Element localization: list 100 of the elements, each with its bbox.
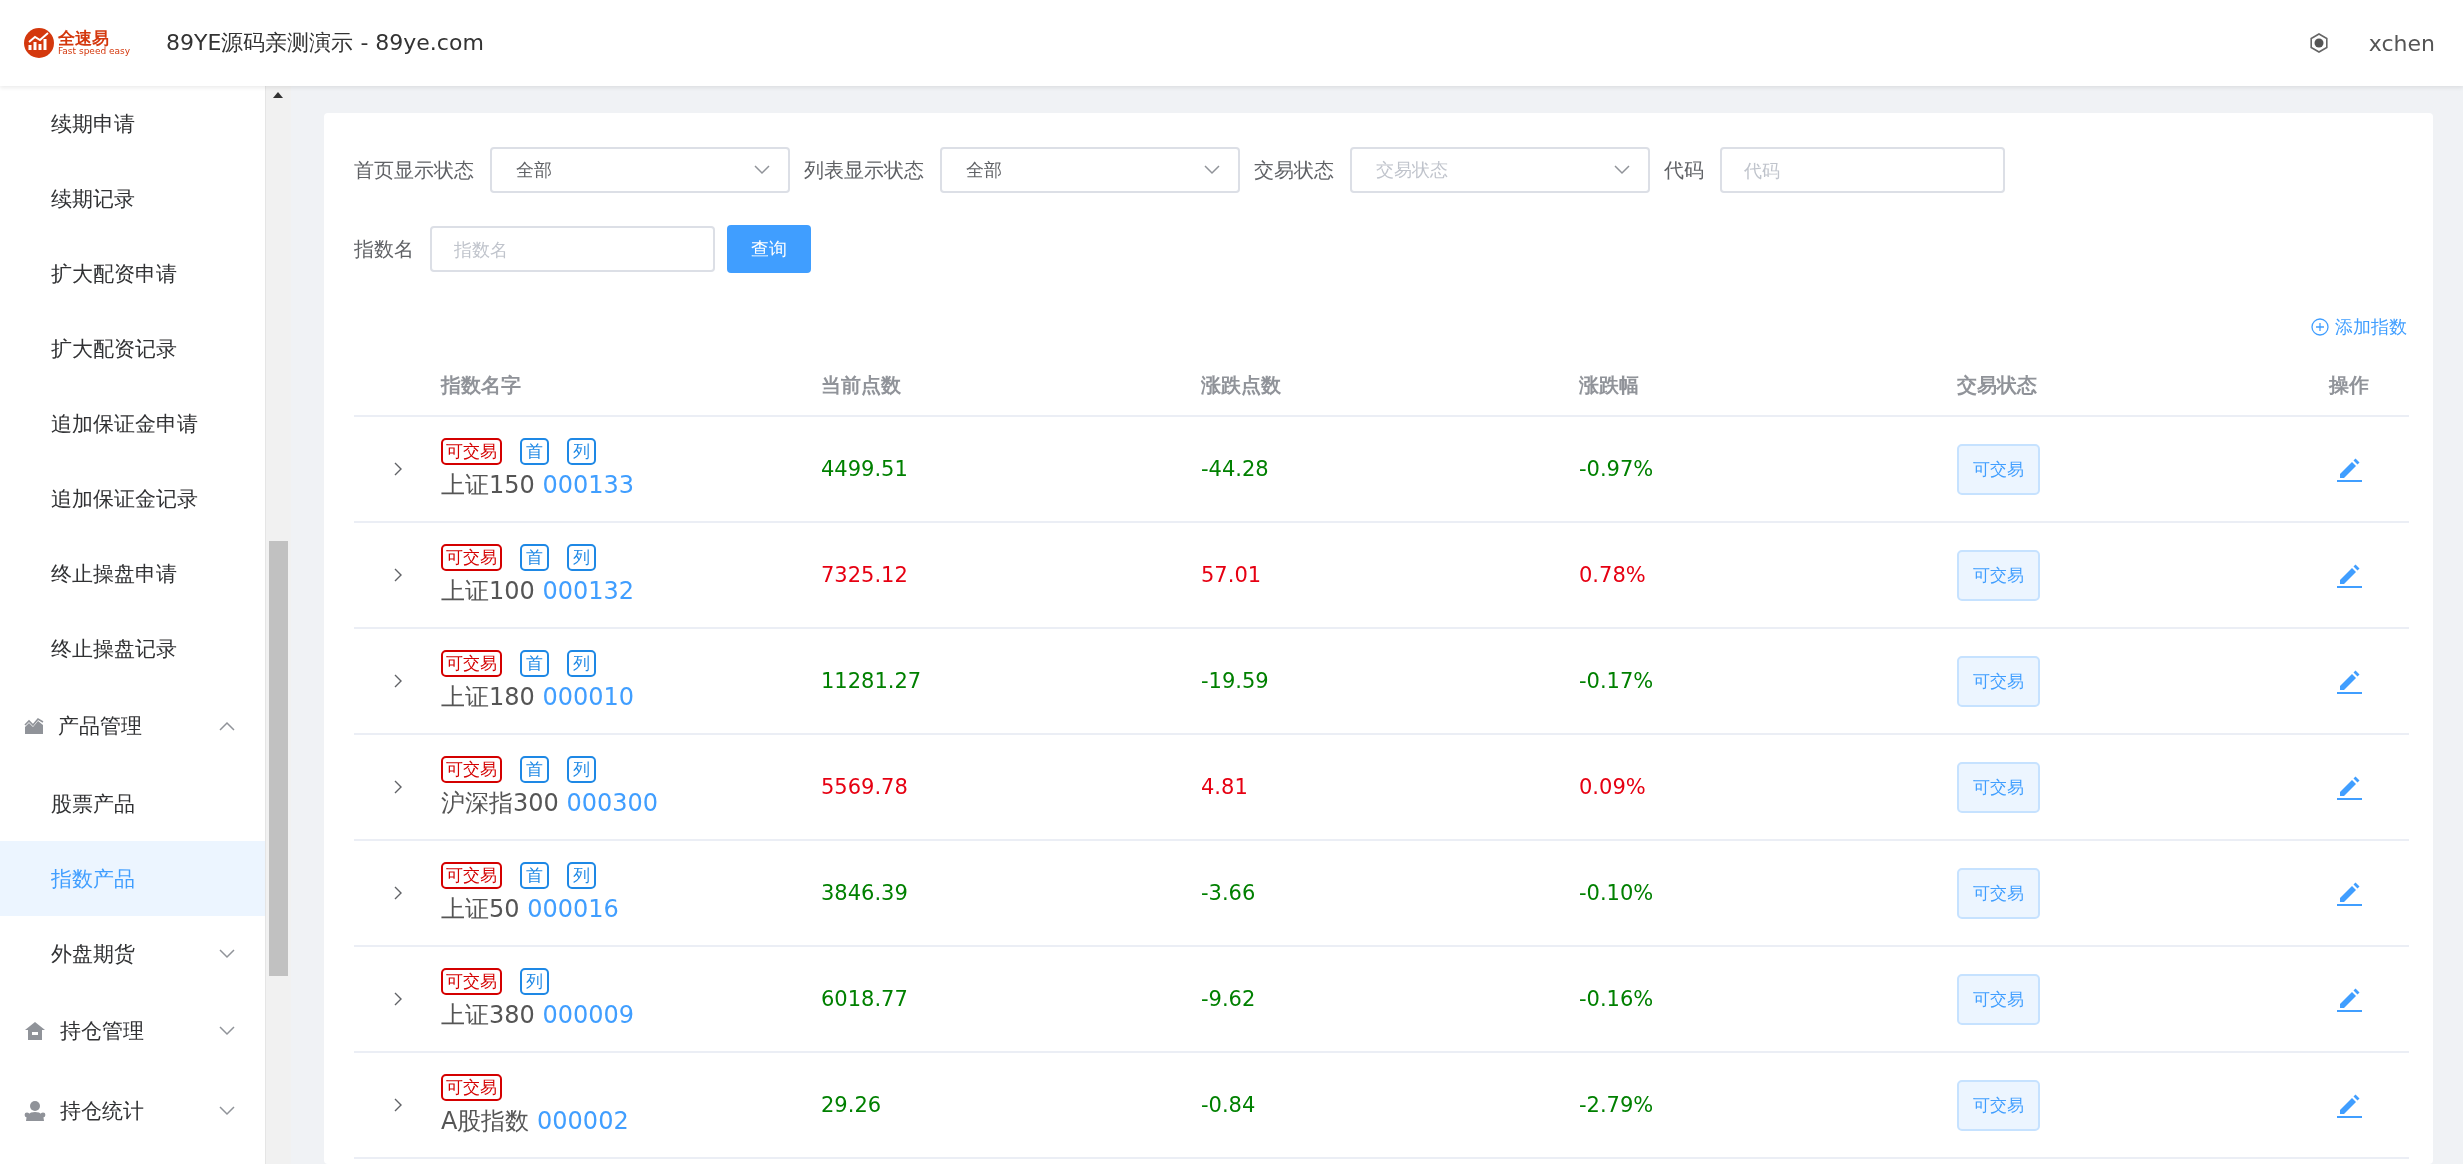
edit-icon[interactable] <box>2336 986 2362 1012</box>
input-field[interactable]: 代码 <box>1720 147 2005 193</box>
filter-label: 指数名 <box>354 235 414 263</box>
logo-text: 全速易 <box>58 30 110 47</box>
menu-item[interactable]: 续期记录 <box>0 161 265 236</box>
menu-item[interactable]: 终止操盘记录 <box>0 611 265 686</box>
settings-icon[interactable] <box>2308 33 2329 53</box>
house-icon <box>24 1021 46 1041</box>
table-cell-text: 57.01 <box>1201 563 1263 587</box>
index-name: 上证380 <box>441 1000 535 1029</box>
table-cell-text: -0.16% <box>1579 987 1655 1011</box>
table-cell-text: 5569.78 <box>821 775 909 799</box>
table-cell-text: -0.17% <box>1579 669 1655 693</box>
display-tag: 列 <box>567 543 596 571</box>
column-header: 当前点数 <box>821 371 902 399</box>
table-cell-text: 7325.12 <box>821 563 909 587</box>
display-tag: 列 <box>567 755 596 783</box>
menu-item[interactable]: 终止操盘申请 <box>0 536 265 611</box>
chevron-down-icon <box>754 165 770 175</box>
menu-item[interactable]: 追加保证金记录 <box>0 461 265 536</box>
table-cell-text: 4499.51 <box>821 457 909 481</box>
menu-item[interactable]: 扩大配资申请 <box>0 236 265 311</box>
site-title: 89YE源码亲测演示 - 89ye.com <box>166 29 484 57</box>
display-tag: 首 <box>520 649 549 677</box>
filter-label: 交易状态 <box>1254 156 1334 184</box>
filter-label: 代码 <box>1664 156 1704 184</box>
index-code: 000300 <box>566 788 659 817</box>
table-cell-text: 29.26 <box>821 1093 883 1117</box>
display-tag: 首 <box>520 755 549 783</box>
index-code: 000010 <box>542 682 635 711</box>
menu-group[interactable]: 持仓管理 <box>0 991 265 1071</box>
filter-label: 首页显示状态 <box>354 156 474 184</box>
table-cell-text: 0.78% <box>1579 563 1647 587</box>
table-cell-text: 11281.27 <box>821 669 923 693</box>
display-tag: 列 <box>520 967 549 995</box>
table-cell-text: -0.10% <box>1579 881 1655 905</box>
table-cell-text: -19.59 <box>1201 669 1270 693</box>
index-code: 000133 <box>542 470 635 499</box>
chevron-down-icon <box>219 948 235 959</box>
chevron-down-icon <box>1614 165 1630 175</box>
table-cell-text: 0.09% <box>1579 775 1647 799</box>
edit-icon[interactable] <box>2336 562 2362 588</box>
menu-item[interactable]: 扩大配资记录 <box>0 311 265 386</box>
status-badge: 可交易 <box>1957 867 2040 919</box>
status-badge: 可交易 <box>1957 761 2040 813</box>
chevron-up-icon <box>219 721 235 731</box>
index-name: 上证100 <box>441 576 535 605</box>
menu-item[interactable]: 续期申请 <box>0 86 265 161</box>
tradable-tag: 可交易 <box>441 755 502 783</box>
user-name[interactable]: xchen <box>2368 30 2435 56</box>
tradable-tag: 可交易 <box>441 1073 502 1101</box>
table-cell-text: -9.62 <box>1201 987 1257 1011</box>
status-badge: 可交易 <box>1957 443 2040 495</box>
column-header: 操作 <box>2329 371 2369 399</box>
tradable-tag: 可交易 <box>441 649 502 677</box>
chevron-down-icon <box>219 1106 235 1116</box>
edit-icon[interactable] <box>2336 880 2362 906</box>
scrollbar[interactable] <box>265 86 291 1164</box>
scroll-up-arrow-icon[interactable] <box>273 92 283 98</box>
status-badge: 可交易 <box>1957 655 2040 707</box>
table-cell-text: -44.28 <box>1201 457 1270 481</box>
person-icon <box>24 1100 46 1122</box>
scrollbar-thumb[interactable] <box>269 541 288 976</box>
edit-icon[interactable] <box>2336 774 2362 800</box>
edit-icon[interactable] <box>2336 1092 2362 1118</box>
display-tag: 首 <box>520 543 549 571</box>
column-header: 指数名字 <box>441 371 522 399</box>
display-tag: 首 <box>520 437 549 465</box>
menu-group[interactable]: 产品管理 <box>0 686 265 766</box>
select-field[interactable]: 全部 <box>940 147 1240 193</box>
menu-group[interactable]: 持仓统计 <box>0 1071 265 1151</box>
index-name: 沪深指300 <box>441 788 559 817</box>
menu-group[interactable]: 外盘期货 <box>0 916 265 991</box>
plus-circle-icon <box>2311 318 2329 336</box>
edit-icon[interactable] <box>2336 456 2362 482</box>
index-code: 000002 <box>537 1106 629 1135</box>
menu-item[interactable]: 追加保证金申请 <box>0 386 265 461</box>
index-name: 上证50 <box>441 894 520 923</box>
select-field[interactable]: 全部 <box>490 147 790 193</box>
column-header: 涨跌点数 <box>1201 371 1282 399</box>
rising-chart-logo-icon <box>24 28 54 58</box>
chart-icon <box>24 717 44 735</box>
tradable-tag: 可交易 <box>441 861 502 889</box>
index-name: 上证180 <box>441 682 535 711</box>
display-tag: 列 <box>567 437 596 465</box>
tradable-tag: 可交易 <box>441 967 502 995</box>
tradable-tag: 可交易 <box>441 437 502 465</box>
status-badge: 可交易 <box>1957 1079 2040 1131</box>
logo-subtext: Fast speed easy <box>58 47 131 56</box>
table-cell-text: -3.66 <box>1201 881 1257 905</box>
menu-item[interactable]: 股票产品 <box>0 766 265 841</box>
status-badge: 可交易 <box>1957 549 2040 601</box>
input-field[interactable]: 指数名 <box>430 226 715 272</box>
column-header: 涨跌幅 <box>1579 371 1640 399</box>
display-tag: 首 <box>520 861 549 889</box>
index-code: 000016 <box>527 894 619 923</box>
edit-icon[interactable] <box>2336 668 2362 694</box>
display-tag: 列 <box>567 649 596 677</box>
column-header: 交易状态 <box>1957 371 2038 399</box>
chevron-down-icon <box>1204 165 1220 175</box>
